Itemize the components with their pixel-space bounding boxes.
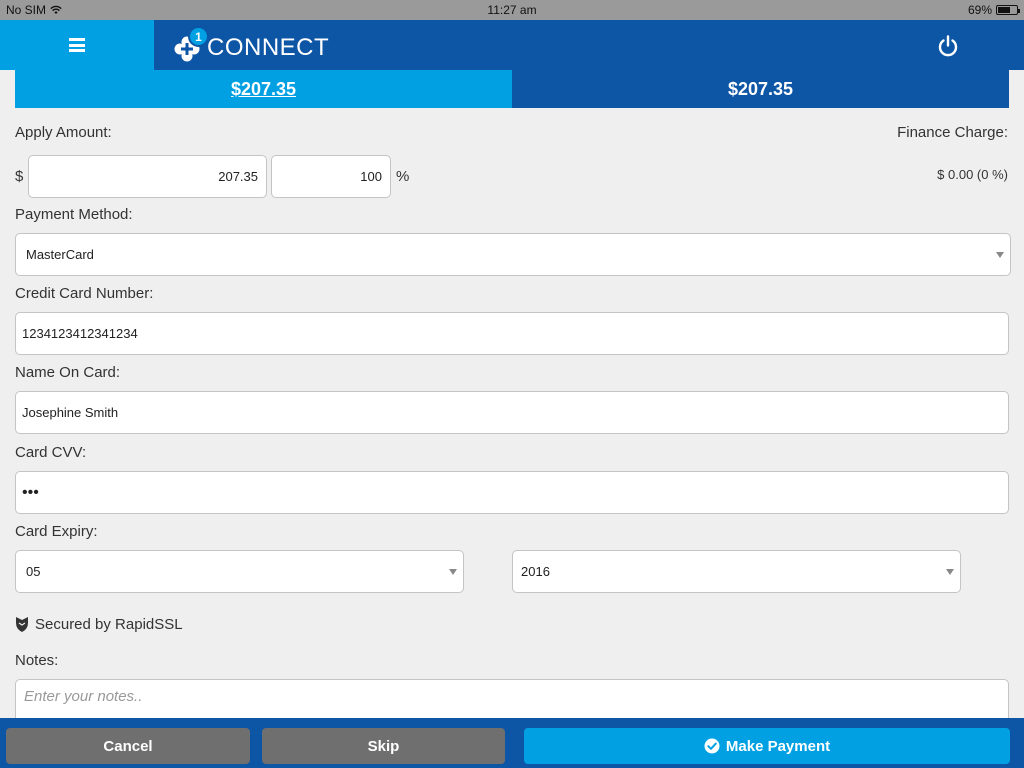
payment-method-label: Payment Method: (15, 206, 133, 223)
footer-bar: Cancel Skip Make Payment (0, 718, 1024, 768)
expiry-month-value: 05 (26, 564, 41, 579)
chevron-down-icon (996, 252, 1004, 258)
card-cvv-input[interactable]: ••• (15, 471, 1009, 514)
expiry-year-select[interactable]: 2016 (512, 550, 961, 593)
expiry-year-value: 2016 (521, 564, 550, 579)
finance-charge-label: Finance Charge: (897, 124, 1008, 141)
card-number-input[interactable]: 1234123412341234 (15, 312, 1009, 355)
currency-symbol: $ (15, 168, 24, 185)
card-expiry-label: Card Expiry: (15, 523, 98, 540)
amount-tabs: $207.35 $207.35 (15, 70, 1009, 108)
notification-badge[interactable]: 1 (188, 26, 209, 47)
card-cvv-label: Card CVV: (15, 444, 87, 461)
payment-method-select[interactable]: MasterCard (15, 233, 1011, 276)
name-on-card-label: Name On Card: (15, 364, 121, 381)
apply-amount-input[interactable]: 207.35 (28, 155, 267, 198)
card-cvv-value: ••• (22, 483, 39, 501)
finance-charge-value: $ 0.00 (0 %) (937, 167, 1008, 182)
apply-amount-value: 207.35 (218, 169, 258, 184)
secured-notice: Secured by RapidSSL (15, 616, 183, 633)
hamburger-icon (69, 38, 85, 52)
secured-text: Secured by RapidSSL (35, 616, 183, 633)
notes-label: Notes: (15, 652, 59, 669)
apply-amount-label: Apply Amount: (15, 124, 112, 141)
apply-percent-value: 100 (360, 169, 382, 184)
name-on-card-input[interactable]: Josephine Smith (15, 391, 1009, 434)
amount-tab-secondary[interactable]: $207.35 (512, 70, 1009, 108)
status-right: 69% (967, 3, 1020, 17)
battery-percent: 69% (967, 3, 992, 17)
power-icon[interactable] (936, 34, 960, 58)
apply-percent-input[interactable]: 100 (271, 155, 391, 198)
card-number-value: 1234123412341234 (22, 326, 138, 341)
make-payment-button[interactable]: Make Payment (524, 728, 1010, 764)
app-header: 1 CONNECT (0, 20, 1024, 70)
card-number-label: Credit Card Number: (15, 285, 154, 302)
connect-logo: 1 CONNECT (172, 26, 330, 62)
logo-mark: 1 (172, 26, 209, 62)
skip-button[interactable]: Skip (262, 728, 505, 764)
make-payment-label: Make Payment (725, 737, 831, 755)
clock: 11:27 am (487, 3, 537, 17)
logo-text: CONNECT (207, 34, 330, 61)
battery-icon (996, 5, 1020, 15)
expiry-month-select[interactable]: 05 (15, 550, 464, 593)
chevron-down-icon (449, 569, 457, 575)
cancel-button[interactable]: Cancel (6, 728, 250, 764)
amount-tab-primary[interactable]: $207.35 (15, 70, 512, 108)
chevron-down-icon (946, 569, 954, 575)
percent-symbol: % (396, 168, 410, 185)
shield-icon (16, 617, 28, 632)
name-on-card-value: Josephine Smith (22, 405, 119, 420)
payment-method-value: MasterCard (26, 247, 94, 262)
menu-button[interactable] (0, 20, 154, 70)
check-circle-icon (704, 738, 720, 754)
status-bar: No SIM 11:27 am 69% (0, 0, 1024, 20)
battery-fill (998, 7, 1011, 13)
